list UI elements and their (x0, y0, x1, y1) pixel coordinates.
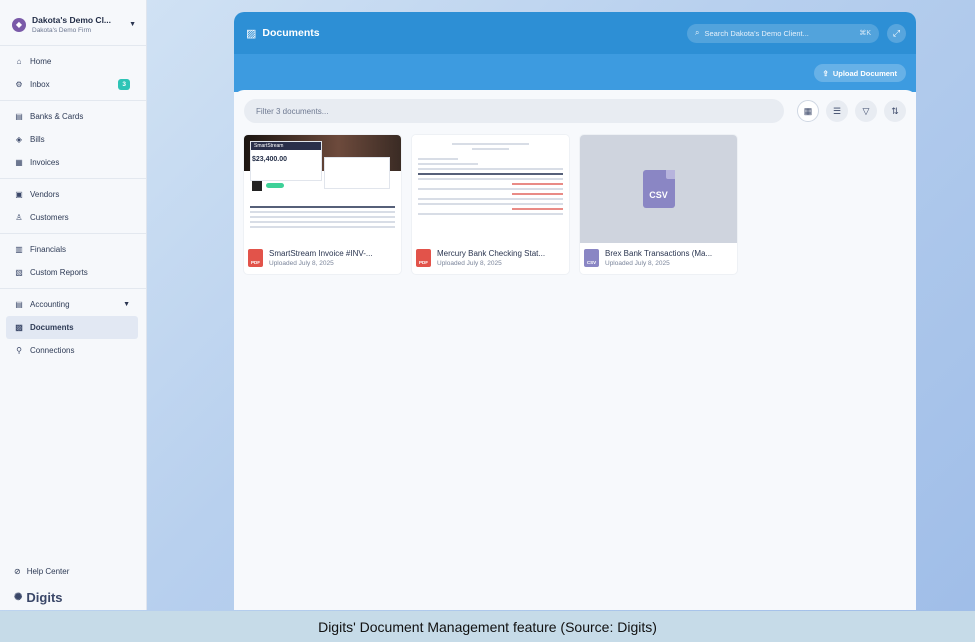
sidebar-item-customers[interactable]: ♙ Customers (6, 206, 138, 229)
search-input[interactable]: ⌕ Search Dakota's Demo Client... ⌘K (687, 23, 879, 43)
financials-icon: ▥ (15, 245, 23, 254)
document-name: SmartStream Invoice #INV-... (269, 249, 373, 258)
org-avatar-icon: ◆ (12, 17, 26, 32)
document-name: Mercury Bank Checking Stat... (437, 249, 546, 258)
document-date: Uploaded July 8, 2025 (269, 260, 334, 267)
csv-file-icon: CSV (642, 170, 675, 208)
invoice-brand: SmartStream (251, 142, 321, 150)
sidebar-item-label: Bills (30, 135, 45, 144)
logo-text: Digits (26, 589, 63, 605)
document-card[interactable]: CSV CSV Brex Bank Transactions (Ma... Up… (580, 135, 737, 274)
sidebar-item-label: Banks & Cards (30, 112, 84, 121)
digits-logo-icon: ✺ (14, 591, 23, 603)
nav-group-reports: ▥ Financials ▧ Custom Reports (0, 234, 146, 289)
sidebar-item-connections[interactable]: ⚲ Connections (6, 339, 138, 362)
csv-thumbnail: CSV (580, 135, 737, 243)
qr-code-icon (252, 181, 262, 191)
invoice-amount: $23,400.00 (252, 156, 288, 163)
sidebar-item-inbox[interactable]: ⚙ Inbox 3 (6, 73, 138, 96)
inbox-icon: ⚙ (15, 80, 23, 89)
nav-group-main: ⌂ Home ⚙ Inbox 3 (0, 46, 146, 101)
document-date: Uploaded July 8, 2025 (437, 260, 502, 267)
document-card[interactable]: SmartStream $23,400.00 PDF SmartStream I… (244, 135, 401, 274)
documents-toolbar: Filter 3 documents... ▦ ☰ ▽ ⇅ (244, 99, 906, 123)
org-name: Dakota's Demo Cl... (32, 15, 112, 25)
upload-icon: ⇪ (822, 68, 829, 78)
chevron-down-icon: ▼ (123, 301, 130, 308)
sidebar-item-label: Home (30, 57, 52, 66)
org-switcher[interactable]: ◆ Dakota's Demo Cl... Dakota's Demo Firm… (0, 0, 146, 46)
sidebar-item-label: Accounting (30, 300, 70, 309)
sidebar-item-custom-reports[interactable]: ▧ Custom Reports (6, 261, 138, 284)
connections-icon: ⚲ (16, 346, 22, 355)
upload-document-button[interactable]: ⇪ Upload Document (813, 64, 906, 82)
sidebar-item-bills[interactable]: ◈ Bills (6, 128, 138, 151)
reports-icon: ▧ (15, 268, 23, 277)
sidebar-item-label: Vendors (30, 190, 60, 199)
digits-logo: ✺ Digits (0, 590, 146, 610)
home-icon: ⌂ (16, 57, 22, 66)
sidebar-item-accounting[interactable]: ▤ Accounting ▼ (6, 293, 138, 316)
bank-icon: ▤ (15, 112, 23, 121)
sidebar-item-financials[interactable]: ▥ Financials (6, 238, 138, 261)
sidebar-item-banks[interactable]: ▤ Banks & Cards (6, 105, 138, 128)
search-icon: ⌕ (695, 28, 700, 37)
nav-group-money: ▤ Banks & Cards ◈ Bills ▦ Invoices (0, 101, 146, 179)
document-icon: ▨ (246, 27, 257, 40)
panel-header: ▨ Documents ⌕ Search Dakota's Demo Clien… (234, 12, 916, 54)
search-shortcut: ⌘K (859, 30, 871, 37)
sidebar-item-invoices[interactable]: ▦ Invoices (6, 151, 138, 174)
document-date: Uploaded July 8, 2025 (605, 260, 670, 267)
nav-group-people: ▣ Vendors ♙ Customers (0, 179, 146, 234)
upload-label: Upload Document (832, 68, 897, 78)
sidebar-item-home[interactable]: ⌂ Home (6, 50, 138, 73)
bills-icon: ◈ (15, 135, 23, 144)
sidebar-item-label: Invoices (30, 158, 60, 167)
statement-thumbnail (412, 135, 569, 243)
sidebar-item-vendors[interactable]: ▣ Vendors (6, 183, 138, 206)
vendor-icon: ▣ (15, 190, 23, 199)
documents-panel: ▨ Documents ⌕ Search Dakota's Demo Clien… (234, 12, 916, 610)
document-name: Brex Bank Transactions (Ma... (605, 249, 713, 258)
sidebar-item-label: Connections (30, 346, 75, 355)
inbox-count-badge: 3 (118, 79, 130, 90)
pdf-file-icon: PDF (416, 249, 431, 267)
expand-icon[interactable]: ⤢ (887, 23, 906, 43)
filter-placeholder: Filter 3 documents... (256, 106, 329, 116)
invoice-thumbnail: SmartStream $23,400.00 (244, 135, 401, 243)
pdf-file-icon: PDF (248, 249, 263, 267)
nav-group-accounting: ▤ Accounting ▼ ▨ Documents ⚲ Connections (0, 289, 146, 366)
sidebar: ◆ Dakota's Demo Cl... Dakota's Demo Firm… (0, 0, 147, 610)
sidebar-item-label: Customers (30, 213, 69, 222)
help-center-label: Help Center (26, 566, 70, 576)
list-view-icon[interactable]: ☰ (826, 100, 848, 122)
invoice-icon: ▦ (15, 158, 23, 167)
sidebar-item-label: Inbox (30, 80, 50, 89)
sidebar-item-label: Financials (30, 245, 67, 254)
page-title: Documents (262, 27, 320, 39)
sidebar-item-label: Custom Reports (30, 268, 88, 277)
caret-down-icon: ▼ (129, 21, 136, 28)
documents-content: Filter 3 documents... ▦ ☰ ▽ ⇅ SmartStrea… (234, 90, 916, 610)
sidebar-item-label: Documents (30, 323, 74, 332)
action-bar: ⇪ Upload Document (234, 54, 916, 92)
search-placeholder: Search Dakota's Demo Client... (704, 28, 809, 38)
sort-icon[interactable]: ⇅ (884, 100, 906, 122)
csv-file-icon: CSV (584, 249, 599, 267)
filter-icon[interactable]: ▽ (855, 100, 877, 122)
accounting-icon: ▤ (15, 300, 23, 309)
grid-view-icon[interactable]: ▦ (797, 100, 819, 122)
image-caption: Digits' Document Management feature (Sou… (0, 611, 975, 642)
customer-icon: ♙ (15, 213, 23, 222)
documents-icon: ▨ (15, 323, 23, 332)
help-center-link[interactable]: ⊘ Help Center (0, 560, 146, 582)
document-card[interactable]: PDF Mercury Bank Checking Stat... Upload… (412, 135, 569, 274)
filter-input[interactable]: Filter 3 documents... (244, 99, 784, 123)
sidebar-item-documents[interactable]: ▨ Documents (6, 316, 138, 339)
documents-grid: SmartStream $23,400.00 PDF SmartStream I… (244, 135, 906, 274)
org-sub: Dakota's Demo Firm (32, 27, 92, 34)
help-icon: ⊘ (14, 566, 21, 576)
